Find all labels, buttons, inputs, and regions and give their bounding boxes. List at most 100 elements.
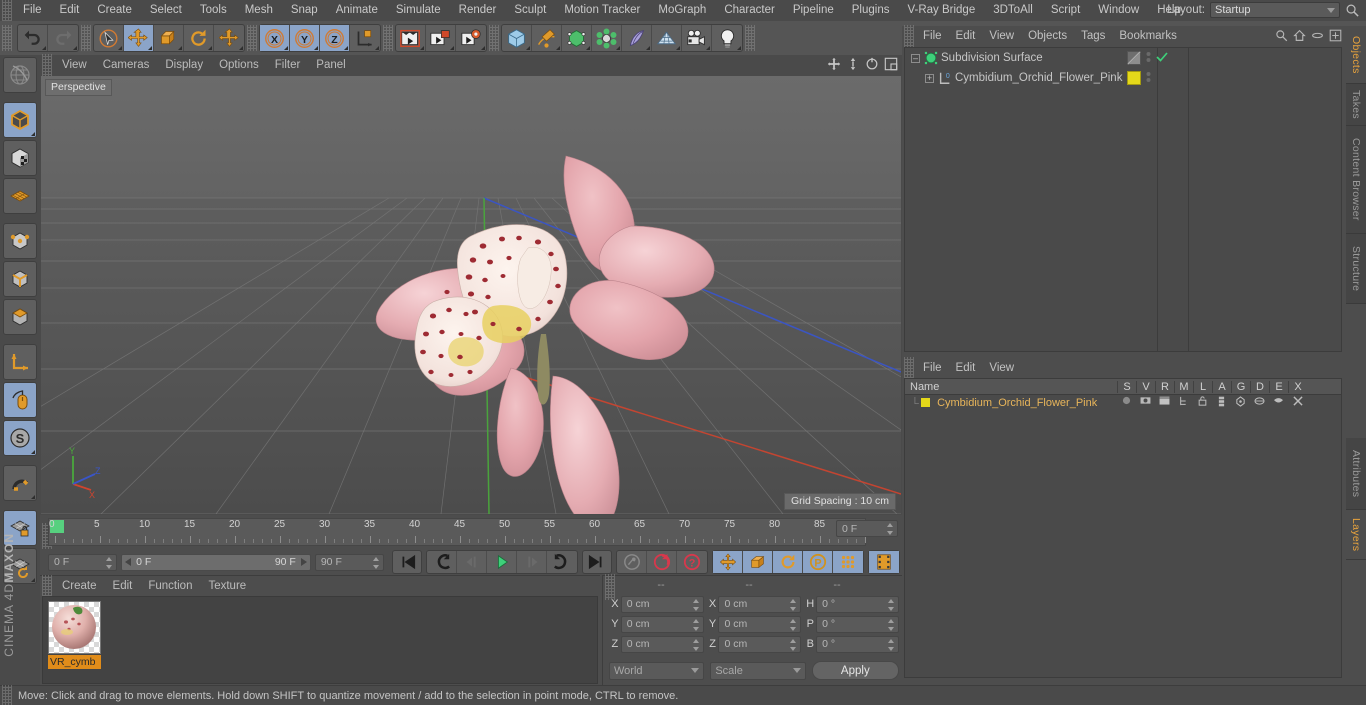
layer-column-V[interactable]: V xyxy=(1136,380,1155,393)
layout-selector[interactable]: Layout: Startup xyxy=(1167,2,1340,18)
layer-cell-lock[interactable] xyxy=(1193,395,1212,410)
expand-toggle-icon[interactable]: – xyxy=(911,53,920,63)
expand-toggle-icon[interactable]: + xyxy=(925,73,934,83)
layer-cell-render[interactable] xyxy=(1155,395,1174,410)
eye-icon[interactable] xyxy=(1311,29,1324,45)
timeline-keyframe-selection-button[interactable]: ? xyxy=(677,551,707,573)
timeline-go-to-start-button[interactable] xyxy=(392,550,422,574)
toolbar-move-dup-button[interactable] xyxy=(214,25,244,51)
toolbar-lock-x-button[interactable]: X xyxy=(260,25,291,51)
menu-animate[interactable]: Animate xyxy=(327,0,387,21)
toolbar-lock-z-button[interactable]: Z xyxy=(320,25,351,51)
object-row[interactable]: – Subdivision Surface xyxy=(905,48,1341,68)
timeline-ruler[interactable]: 051015202530354045505560657075808590 xyxy=(48,518,870,546)
viewport-menu-filter[interactable]: Filter xyxy=(267,59,309,71)
left-points-mode-button[interactable] xyxy=(3,223,37,259)
toolbar-add-light-button[interactable] xyxy=(712,25,742,51)
layer-column-L[interactable]: L xyxy=(1193,380,1212,393)
object-tree[interactable]: – Subdivision Surface +0 Cymbidium_Orchid_F… xyxy=(904,47,1342,352)
layer-column-A[interactable]: A xyxy=(1212,380,1231,393)
toolbar-select-button[interactable] xyxy=(94,25,125,51)
right-tab-structure[interactable]: Structure xyxy=(1346,234,1366,304)
menu-select[interactable]: Select xyxy=(141,0,191,21)
left-model-mode-button[interactable] xyxy=(3,102,37,138)
menu-snap[interactable]: Snap xyxy=(282,0,327,21)
viewport-menu-display[interactable]: Display xyxy=(157,59,211,71)
spinner-arrows-icon[interactable] xyxy=(790,598,797,611)
maximize-viewport-icon[interactable] xyxy=(884,57,898,74)
timeline-play-button[interactable] xyxy=(487,551,517,573)
left-viewport-solo-button[interactable] xyxy=(3,382,37,418)
size-field-Z[interactable]: 0 cm xyxy=(718,635,802,653)
object-menu-objects[interactable]: Objects xyxy=(1021,30,1074,42)
layer-column-M[interactable]: M xyxy=(1174,380,1193,393)
visibility-dots-icon[interactable] xyxy=(1146,70,1151,87)
layer-cell-deformers[interactable] xyxy=(1250,396,1269,410)
coordinates-grip[interactable] xyxy=(605,574,615,600)
visibility-dots-icon[interactable] xyxy=(1146,50,1151,67)
menu-motion-tracker[interactable]: Motion Tracker xyxy=(555,0,649,21)
current-frame-field-top[interactable]: 0 F xyxy=(836,520,898,537)
status-grip[interactable] xyxy=(2,684,12,705)
toolbar-undo-button[interactable] xyxy=(18,25,49,51)
material-menu-create[interactable]: Create xyxy=(54,580,105,592)
timeline-previous-key-button[interactable] xyxy=(427,551,457,573)
toolbar-rotate-button[interactable] xyxy=(184,25,215,51)
material-tag-icon[interactable] xyxy=(1127,71,1141,85)
timeline-step-back-button[interactable] xyxy=(457,551,487,573)
layer-row[interactable]: └ Cymbidium_Orchid_Flower_Pink xyxy=(905,395,1341,410)
timeline-scale-key-button[interactable] xyxy=(743,551,773,573)
subdivision-surface-icon[interactable] xyxy=(924,51,938,65)
toolbar-render-view-button[interactable] xyxy=(396,25,427,51)
timeline-autokeying-button[interactable] xyxy=(647,551,677,573)
layer-column-S[interactable]: S xyxy=(1117,380,1136,393)
spinner-arrows-icon[interactable] xyxy=(887,523,894,535)
rotation-field-H[interactable]: 0 ° xyxy=(816,595,900,613)
end-frame-field[interactable]: 90 F xyxy=(314,553,384,571)
menu-character[interactable]: Character xyxy=(715,0,784,21)
toolbar-add-array-button[interactable] xyxy=(592,25,623,51)
menu-tools[interactable]: Tools xyxy=(191,0,236,21)
left-uv-mode-button[interactable] xyxy=(3,178,37,214)
material-menu-function[interactable]: Function xyxy=(140,580,200,592)
position-field-Z[interactable]: 0 cm xyxy=(620,635,704,653)
spinner-arrows-icon[interactable] xyxy=(692,618,700,631)
viewport-menu-view[interactable]: View xyxy=(54,59,95,71)
viewport-menu-panel[interactable]: Panel xyxy=(308,59,353,71)
left-snap-enable-button[interactable]: S xyxy=(3,420,37,456)
toolbar-scale-button[interactable] xyxy=(154,25,185,51)
rotation-field-P[interactable]: 0 ° xyxy=(816,615,900,633)
layer-color-swatch[interactable] xyxy=(921,397,930,407)
left-axis-modify-button[interactable] xyxy=(3,344,37,380)
position-field-Y[interactable]: 0 cm xyxy=(620,615,704,633)
toolbar-render-settings-button[interactable] xyxy=(456,25,486,51)
viewport-menu-options[interactable]: Options xyxy=(211,59,267,71)
toolbar-render-to-picture-viewer-button[interactable] xyxy=(426,25,457,51)
spinner-arrows-icon[interactable] xyxy=(106,556,113,569)
menu-v-ray-bridge[interactable]: V-Ray Bridge xyxy=(898,0,984,21)
toolbar-group-grip[interactable] xyxy=(745,25,756,51)
toolbar-redo-button[interactable] xyxy=(48,25,78,51)
current-frame-field[interactable]: 0 F xyxy=(48,553,118,571)
timeline-timeline-toggle-button[interactable] xyxy=(869,551,899,573)
left-magnet-tool-button[interactable] xyxy=(3,465,37,501)
layer-column-G[interactable]: G xyxy=(1231,380,1250,393)
timeline-point-level-animation-button[interactable] xyxy=(833,551,863,573)
spinner-arrows-icon[interactable] xyxy=(888,638,895,651)
timeline-rotation-key-button[interactable] xyxy=(773,551,803,573)
object-menu-bookmarks[interactable]: Bookmarks xyxy=(1112,30,1184,42)
left-polygons-mode-button[interactable] xyxy=(3,299,37,335)
material-thumbnail[interactable] xyxy=(48,601,101,654)
layer-cell-view[interactable] xyxy=(1136,396,1155,410)
toolbar-group-grip[interactable] xyxy=(489,25,500,51)
spinner-arrows-icon[interactable] xyxy=(692,598,700,611)
toolbar-add-generator-button[interactable] xyxy=(562,25,593,51)
coordinate-mode-dropdown[interactable]: Scale xyxy=(710,661,806,680)
object-menu-tags[interactable]: Tags xyxy=(1074,30,1112,42)
spinner-arrows-icon[interactable] xyxy=(790,638,797,651)
search-icon[interactable] xyxy=(1345,3,1360,18)
timeline-parameter-key-button[interactable]: P xyxy=(803,551,833,573)
menu-mesh[interactable]: Mesh xyxy=(236,0,282,21)
left-texture-mode-button[interactable] xyxy=(3,140,37,176)
toolbar-grip[interactable] xyxy=(2,25,12,51)
